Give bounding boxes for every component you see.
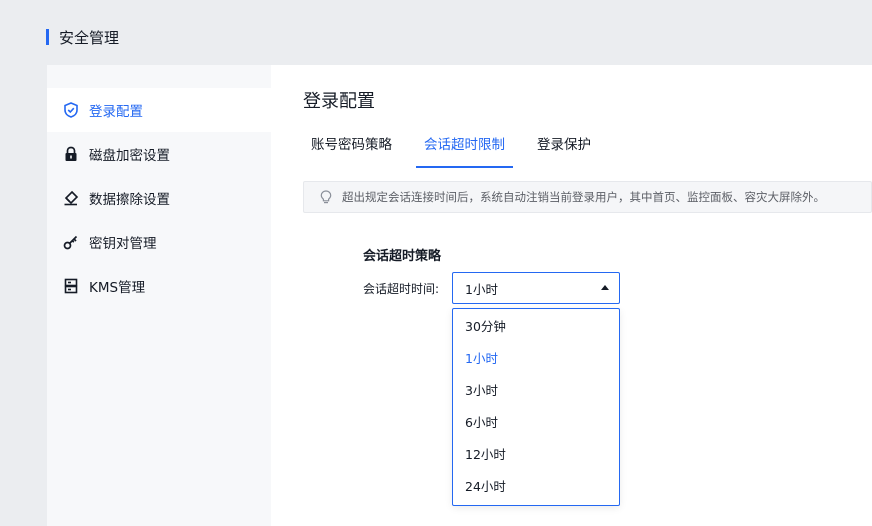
- timeout-field-label: 会话超时时间:: [363, 282, 440, 296]
- lock-icon: [63, 146, 79, 162]
- lightbulb-icon: [320, 190, 334, 204]
- timeout-select[interactable]: 1小时: [452, 272, 620, 304]
- tab-session-timeout[interactable]: 会话超时限制: [416, 135, 513, 168]
- info-notice: 超出规定会话连接时间后，系统自动注销当前登录用户，其中首页、监控面板、容灾大屏除…: [303, 181, 872, 213]
- sidebar-item-label: 密钥对管理: [89, 236, 157, 252]
- tab-login-protection[interactable]: 登录保护: [529, 135, 599, 168]
- main-panel: 登录配置 账号密码策略 会话超时限制 登录保护 超出规定会话连接时间后，系统自动…: [271, 65, 872, 526]
- dropdown-option-3h[interactable]: 3小时: [453, 375, 619, 407]
- tab-account-password-policy[interactable]: 账号密码策略: [303, 135, 400, 168]
- dropdown-option-1h[interactable]: 1小时: [453, 343, 619, 375]
- section-heading: 登录配置: [303, 91, 375, 112]
- sidebar-item-label: KMS管理: [89, 280, 146, 296]
- sidebar-item-label: 登录配置: [89, 104, 143, 120]
- sidebar: 登录配置 磁盘加密设置 数据擦除设置 密钥对管理 KMS管理: [47, 65, 271, 526]
- sidebar-item-keypair[interactable]: 密钥对管理: [47, 220, 271, 264]
- timeout-select-value: 1小时: [465, 281, 498, 297]
- sidebar-item-kms[interactable]: KMS管理: [47, 264, 271, 308]
- tab-bar: 账号密码策略 会话超时限制 登录保护: [303, 135, 615, 168]
- shield-check-icon: [63, 102, 79, 118]
- timeout-dropdown-menu: 30分钟 1小时 3小时 6小时 12小时 24小时: [452, 308, 620, 506]
- policy-section-title: 会话超时策略: [363, 249, 442, 264]
- page-title: 安全管理: [59, 28, 120, 47]
- server-icon: [63, 278, 79, 294]
- sidebar-item-login-config[interactable]: 登录配置: [47, 88, 271, 132]
- notice-text: 超出规定会话连接时间后，系统自动注销当前登录用户，其中首页、监控面板、容灾大屏除…: [342, 190, 825, 204]
- dropdown-option-12h[interactable]: 12小时: [453, 439, 619, 471]
- eraser-icon: [63, 190, 79, 206]
- sidebar-item-data-erase[interactable]: 数据擦除设置: [47, 176, 271, 220]
- sidebar-item-disk-encryption[interactable]: 磁盘加密设置: [47, 132, 271, 176]
- dropdown-option-24h[interactable]: 24小时: [453, 471, 619, 503]
- header-accent-bar: [46, 29, 49, 45]
- key-icon: [63, 234, 79, 250]
- dropdown-option-6h[interactable]: 6小时: [453, 407, 619, 439]
- caret-up-icon: [601, 285, 609, 290]
- sidebar-item-label: 数据擦除设置: [89, 192, 170, 208]
- page-header: 安全管理: [46, 26, 119, 48]
- sidebar-item-label: 磁盘加密设置: [89, 148, 170, 164]
- dropdown-option-30min[interactable]: 30分钟: [453, 311, 619, 343]
